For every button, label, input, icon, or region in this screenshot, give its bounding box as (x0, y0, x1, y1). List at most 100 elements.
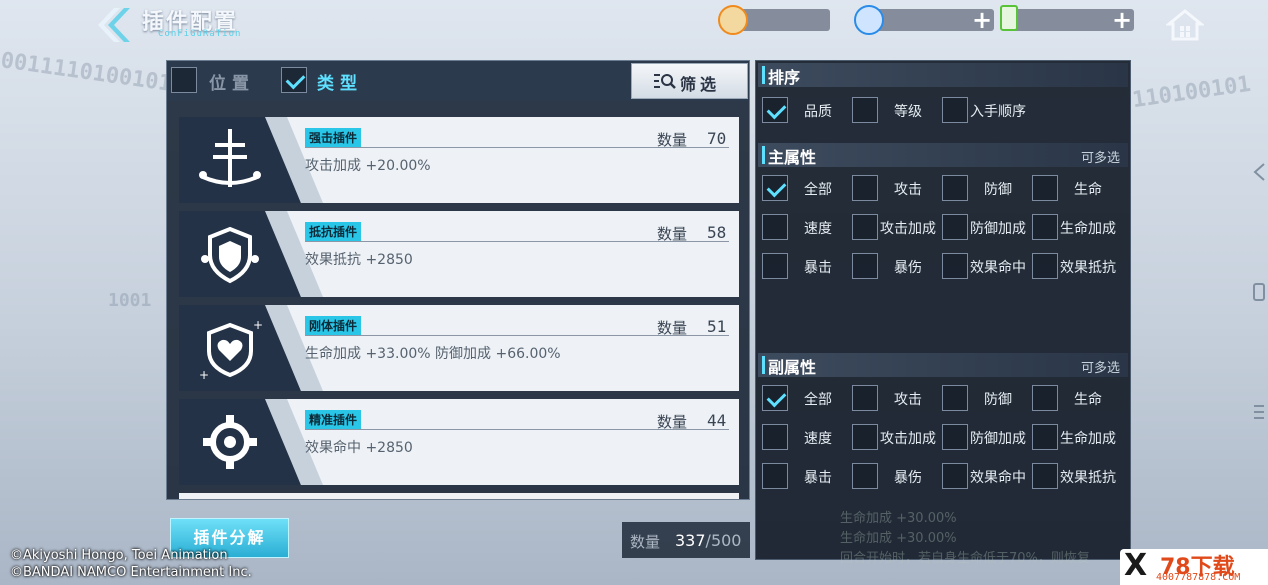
sub-attr-option-checkbox[interactable] (762, 385, 788, 411)
plugin-card-resist[interactable]: 抵抗插件 效果抵抗 +2850 数量 58 (179, 211, 739, 297)
main-attr-option-label[interactable]: 攻击加成 (880, 218, 936, 238)
quantity-label: 数量 (657, 131, 688, 149)
filter-button-label: 筛选 (680, 75, 721, 94)
home-button[interactable] (1164, 8, 1206, 42)
sub-attr-option-checkbox[interactable] (762, 463, 788, 489)
bg-binary-left: 0011110100101 (0, 48, 174, 97)
sub-attr-option-checkbox[interactable] (942, 463, 968, 489)
copyright-line-1: ©Akiyoshi Hongo, Toei Animation (10, 548, 228, 563)
accent-bar (762, 146, 765, 164)
main-attr-option-label[interactable]: 防御 (984, 179, 1012, 199)
sub-attr-option-checkbox[interactable] (852, 463, 878, 489)
sub-attr-option-label[interactable]: 生命 (1074, 389, 1102, 409)
main-attr-option-checkbox[interactable] (1032, 175, 1058, 201)
filter-search-icon (654, 74, 676, 89)
sort-filter-panel: 生命加成 +30.00% 生命加成 +30.00% 回合开始时，若自身生命低于7… (755, 60, 1131, 566)
plugin-card-precision[interactable]: 精准插件 效果命中 +2850 数量 44 (179, 399, 739, 485)
plugin-card-strike[interactable]: 强击插件 攻击加成 +20.00% 数量 70 (179, 117, 739, 203)
nav-home-icon[interactable] (1252, 282, 1266, 302)
main-attr-option-checkbox[interactable] (762, 253, 788, 279)
sort-acquired-label[interactable]: 入手顺序 (970, 101, 1026, 121)
filter-button[interactable]: 筛选 (631, 63, 748, 99)
main-attr-option-label[interactable]: 效果抵抗 (1060, 257, 1116, 277)
sub-attr-option-label[interactable]: 效果抵抗 (1060, 467, 1116, 487)
sub-attr-option-checkbox[interactable] (942, 424, 968, 450)
add-crystal-button[interactable]: + (972, 8, 992, 32)
main-attr-option-label[interactable]: 全部 (804, 179, 832, 199)
sort-quality-checkbox[interactable] (762, 97, 788, 123)
main-attr-option-checkbox[interactable] (942, 253, 968, 279)
heart-shield-icon: + + (199, 318, 263, 382)
sub-attr-option-checkbox[interactable] (852, 424, 878, 450)
crystal-icon (854, 5, 884, 35)
sub-attr-option-checkbox[interactable] (852, 385, 878, 411)
sort-quality-label[interactable]: 品质 (804, 101, 832, 121)
main-attr-option-checkbox[interactable] (852, 214, 878, 240)
sub-attr-option-checkbox[interactable] (1032, 463, 1058, 489)
sub-attr-option-label[interactable]: 攻击加成 (880, 428, 936, 448)
tab-position-checkbox[interactable] (171, 67, 197, 93)
plugin-card-rigid[interactable]: + + 刚体插件 生命加成 +33.00% 防御加成 +66.00% 数量 51 (179, 305, 739, 391)
sort-level-label[interactable]: 等级 (894, 101, 922, 121)
gear-icon (203, 415, 257, 469)
quantity-label: 数量 (657, 225, 688, 243)
main-attr-option-label[interactable]: 暴伤 (894, 257, 922, 277)
plugin-effect: 效果命中 +2850 (305, 440, 413, 456)
sub-attr-option-label[interactable]: 攻击 (894, 389, 922, 409)
sub-attr-option-label[interactable]: 防御 (984, 389, 1012, 409)
sub-attr-option-label[interactable]: 速度 (804, 428, 832, 448)
main-attr-option-label[interactable]: 暴击 (804, 257, 832, 277)
main-attr-option-label[interactable]: 生命加成 (1060, 218, 1116, 238)
back-button[interactable] (92, 6, 132, 44)
main-attr-option-checkbox[interactable] (1032, 253, 1058, 279)
quantity-value: 70 (707, 129, 727, 148)
main-attr-option-checkbox[interactable] (942, 175, 968, 201)
main-attr-option-label[interactable]: 效果命中 (970, 257, 1026, 277)
sub-attr-multi: 可多选 (1080, 361, 1120, 376)
main-attr-option-checkbox[interactable] (852, 175, 878, 201)
nav-menu-icon[interactable] (1252, 402, 1266, 422)
tab-type-label[interactable]: 类型 (317, 69, 363, 94)
main-attr-title: 主属性 (768, 148, 817, 167)
watermark-logo: X 78下载 4007787878.COM (1120, 549, 1268, 585)
nav-back-icon[interactable] (1252, 162, 1266, 182)
sub-attr-title: 副属性 (768, 358, 817, 377)
sub-attr-option-checkbox[interactable] (1032, 424, 1058, 450)
tab-type-checkbox[interactable] (281, 67, 307, 93)
plugin-name: 精准插件 (305, 410, 362, 429)
sort-acquired-checkbox[interactable] (942, 97, 968, 123)
sub-attr-header: 副属性 可多选 (758, 353, 1128, 377)
accent-bar (762, 66, 765, 84)
background-detail-2: 生命加成 +30.00% (840, 531, 957, 546)
plugin-name: 强击插件 (305, 128, 362, 147)
main-attr-option-label[interactable]: 攻击 (894, 179, 922, 199)
plugin-effect: 效果抵抗 +2850 (305, 252, 413, 268)
plugin-list-panel: 位置 类型 筛选 强击插件 攻击加成 +20.00% 数量 70 抵抗插件 效果… (166, 60, 750, 500)
plugin-effect: 攻击加成 +20.00% (305, 158, 431, 174)
sub-attr-option-label[interactable]: 效果命中 (970, 467, 1026, 487)
sub-attr-option-label[interactable]: 防御加成 (970, 428, 1026, 448)
main-attr-option-checkbox[interactable] (762, 214, 788, 240)
main-attr-option-checkbox[interactable] (852, 253, 878, 279)
plugin-name: 抵抗插件 (305, 222, 362, 241)
add-battery-button[interactable]: + (1112, 8, 1132, 32)
main-attr-option-label[interactable]: 防御加成 (970, 218, 1026, 238)
sub-attr-option-checkbox[interactable] (942, 385, 968, 411)
copyright-line-2: ©BANDAI NAMCO Entertainment Inc. (10, 565, 252, 580)
main-attr-option-label[interactable]: 生命 (1074, 179, 1102, 199)
main-attr-option-checkbox[interactable] (1032, 214, 1058, 240)
main-attr-option-checkbox[interactable] (762, 175, 788, 201)
sub-attr-option-label[interactable]: 暴击 (804, 467, 832, 487)
main-attr-option-label[interactable]: 速度 (804, 218, 832, 238)
main-attr-option-checkbox[interactable] (942, 214, 968, 240)
total-count-label: 数量 (630, 533, 661, 551)
sub-attr-option-label[interactable]: 全部 (804, 389, 832, 409)
sub-attr-option-label[interactable]: 生命加成 (1060, 428, 1116, 448)
sort-level-checkbox[interactable] (852, 97, 878, 123)
tab-position-label[interactable]: 位置 (209, 69, 255, 94)
sub-attr-option-checkbox[interactable] (762, 424, 788, 450)
total-current: 337 (675, 531, 706, 550)
sub-attr-option-label[interactable]: 暴伤 (894, 467, 922, 487)
background-detail-3: 回合开始时，若自身生命低于70%，则恢复 (840, 551, 1090, 566)
sub-attr-option-checkbox[interactable] (1032, 385, 1058, 411)
